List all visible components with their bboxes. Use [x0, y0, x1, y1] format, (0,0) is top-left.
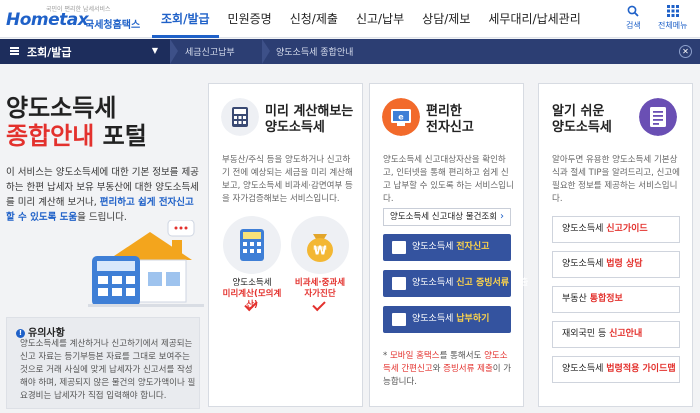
overseas-national-guide-link[interactable]: 재외국민 등 신고안내 — [552, 321, 680, 348]
svg-text:e: e — [398, 113, 404, 122]
calculator-icon — [221, 98, 259, 136]
notice-title: ! 유의사항 — [16, 324, 65, 339]
nav-item-inquiry[interactable]: 조회/발급 — [152, 0, 219, 38]
payment-icon — [392, 313, 406, 326]
self-diagnosis-button[interactable]: ₩ — [291, 216, 349, 274]
submit-documents-button[interactable]: 양도소득세 신고 증빙서류 제출 — [383, 270, 529, 297]
law-application-guidemap-link[interactable]: 양도소득세 법령적용 가이드맵 — [552, 356, 680, 383]
card-pre-calculation: 미리 계산해보는 양도소득세 부동산/주식 등을 양도하거나 신고하기 전에 예상… — [208, 83, 363, 407]
form-icon — [392, 241, 406, 254]
mobile-hometax-note: * 모바일 홈택스를 통해서도 양도소득세 간편신고와 증빙서류 제출이 가능합… — [383, 351, 512, 387]
logo-wordmark: Hometax — [6, 10, 89, 30]
nav-item-filing[interactable]: 신고/납부 — [347, 0, 413, 38]
breadcrumb-item-current[interactable]: 양도소득세 종합안내 — [276, 45, 353, 58]
nav-item-certificates[interactable]: 민원증명 — [219, 0, 281, 38]
card-description: 양도소득세 신고대상자산을 확인하고, 인터넷을 통해 편리하고 쉽게 신고 납… — [383, 155, 514, 204]
breadcrumb-separator — [262, 39, 270, 64]
law-consulting-link[interactable]: 양도소득세 법령 상담 — [552, 251, 680, 278]
chevron-right-icon: › — [500, 211, 504, 222]
filing-guide-link[interactable]: 양도소득세 신고가이드 — [552, 216, 680, 243]
computer-icon: e — [382, 98, 420, 136]
close-icon[interactable]: ✕ — [679, 45, 692, 58]
breadcrumb-menu-dropdown[interactable]: 조회/발급 ▼ — [0, 39, 170, 64]
checklist-icon — [639, 98, 677, 136]
nav-item-agent[interactable]: 세무대리/납세관리 — [479, 0, 589, 38]
card-e-filing: e 편리한 전자신고 양도소득세 신고대상자산을 확인하고, 인터넷을 통해 편리… — [369, 83, 529, 407]
pre-calc-button[interactable] — [223, 216, 281, 274]
breadcrumb-menu-label: 조회/발급 — [27, 46, 72, 59]
page-title: 양도소득세 종합안내 포털 — [6, 94, 147, 150]
search-target-property-button[interactable]: 양도소득세 신고대상 물건조회 › — [383, 208, 511, 226]
real-estate-info-link[interactable]: 부동산 통합정보 — [552, 286, 680, 313]
logo-subtitle: 국세청홈택스 — [85, 20, 141, 31]
money-bag-icon: ₩ — [307, 234, 333, 262]
chevron-down-icon: ▼ — [151, 46, 158, 55]
house-calculator-illustration — [88, 220, 204, 307]
card-description: 부동산/주식 등을 양도하거나 신고하기 전에 예상되는 세금을 미리 계산해보… — [222, 155, 353, 204]
search-icon — [627, 5, 639, 17]
payment-button[interactable]: 양도소득세 납부하기 — [383, 306, 511, 333]
top-header: 국민이 편리한 납세서비스 Hometax 국세청홈택스 조회/발급 민원증명 … — [0, 0, 700, 38]
card-title: 알기 쉬운 양도소득세 — [552, 104, 612, 135]
breadcrumb-bar: 조회/발급 ▼ 세금신고납부 양도소득세 종합안내 ✕ — [0, 39, 700, 64]
all-menu-label: 전체메뉴 — [658, 21, 688, 30]
main-nav: 조회/발급 민원증명 신청/제출 신고/납부 상담/제보 세무대리/납세관리 — [152, 0, 590, 38]
card-title: 편리한 전자신고 — [426, 104, 474, 135]
calculator-icon — [240, 229, 264, 261]
breadcrumb-separator — [170, 39, 178, 64]
card-title: 미리 계산해보는 양도소득세 — [265, 104, 354, 135]
document-icon — [392, 277, 406, 290]
svg-text:₩: ₩ — [313, 244, 327, 258]
info-icon: ! — [16, 329, 25, 338]
search-label: 검색 — [626, 21, 641, 30]
nav-item-application[interactable]: 신청/제출 — [281, 0, 347, 38]
intro-description: 이 서비스는 양도소득세에 대한 기본 정보를 제공하는 한편 납세자 보유 부… — [6, 167, 199, 223]
nav-item-consulting[interactable]: 상담/제보 — [413, 0, 479, 38]
notice-box: ! 유의사항 양도소득세를 계산하거나 신고하기에서 제공되는 신고 자료는 등기… — [6, 317, 200, 409]
hometax-logo[interactable]: 국민이 편리한 납세서비스 Hometax 국세청홈택스 — [6, 4, 154, 34]
breadcrumb-item-tax-filing[interactable]: 세금신고납부 — [185, 45, 235, 58]
search-button[interactable]: 검색 — [626, 5, 641, 31]
notice-text: 양도소득세를 계산하거나 신고하기에서 제공되는 신고 자료는 등기부등본 자료… — [20, 339, 196, 401]
hamburger-icon — [10, 47, 19, 55]
e-filing-button[interactable]: 양도소득세 전자신고 — [383, 234, 511, 261]
card-description: 알아두면 유용한 양도소득세 기본상식과 절세 TIP을 알려드리고, 신고에 … — [552, 155, 680, 204]
grid-icon — [666, 5, 679, 17]
all-menu-button[interactable]: 전체메뉴 — [658, 5, 687, 31]
card-easy-guide: 알기 쉬운 양도소득세 알아두면 유용한 양도소득세 기본상식과 절세 TIP을 … — [538, 83, 693, 407]
